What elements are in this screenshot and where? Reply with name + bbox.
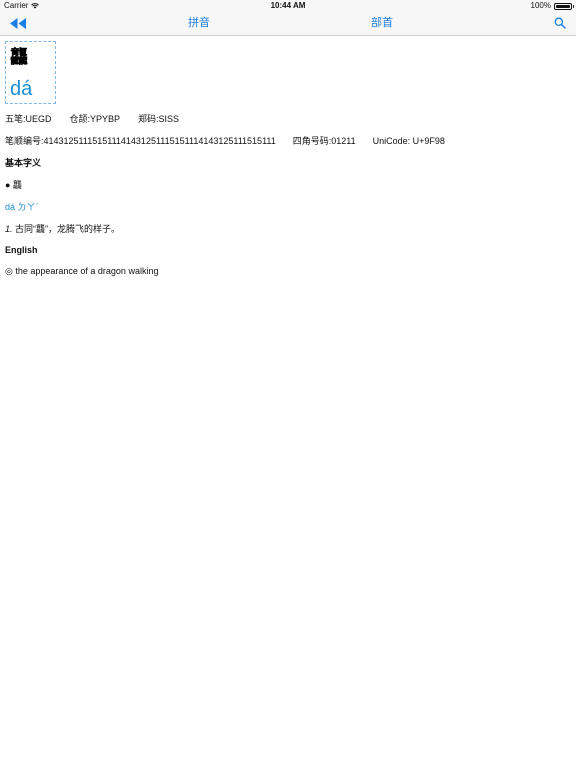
wubi-code: 五笔:UEGD (5, 114, 52, 124)
unicode-code: UniCode: U+9F98 (372, 136, 445, 146)
english-heading: English (5, 245, 38, 255)
definition-text: 古同“龘”，龙腾飞的样子。 (15, 224, 121, 234)
character-pinyin: dá (10, 78, 33, 100)
status-right: 100% (530, 0, 574, 12)
nav-bar: 拼音 部首 (0, 12, 576, 36)
stroke-order: 笔顺编号:41431251115151114143125111515111414… (5, 136, 276, 146)
tab-pinyin[interactable]: 拼音 (188, 16, 210, 30)
definition-row: 1. 古同“龘”，龙腾飞的样子。 (5, 223, 120, 235)
cangjie-code: 仓颉:YPYBP (69, 114, 121, 124)
tab-bushou[interactable]: 部首 (371, 16, 393, 30)
double-left-arrow-icon[interactable] (9, 17, 27, 30)
zhengma-code: 郑码:SISS (138, 114, 180, 124)
pronunciation: dá ㄉㄚˊ (5, 202, 39, 212)
character-card: 龘 dá (5, 41, 56, 104)
status-time: 10:44 AM (270, 1, 306, 10)
input-codes-row: 五笔:UEGD 仓颉:YPYBP 郑码:SISS (5, 113, 179, 125)
definition-number: 1. (5, 224, 13, 234)
bullet-character: ● 龘 (5, 180, 22, 190)
status-bar: Carrier 10:44 AM 100% (0, 0, 576, 12)
battery-icon (554, 2, 574, 10)
four-corner-code: 四角号码:01211 (292, 136, 356, 146)
stroke-row: 笔顺编号:41431251115151114143125111515111414… (5, 135, 445, 147)
battery-percent: 100% (530, 1, 551, 10)
search-icon[interactable] (554, 17, 566, 29)
english-definition: ◎ the appearance of a dragon walking (5, 266, 159, 276)
character-glyph: 龘 (10, 47, 28, 68)
basic-meaning-heading: 基本字义 (5, 158, 42, 168)
